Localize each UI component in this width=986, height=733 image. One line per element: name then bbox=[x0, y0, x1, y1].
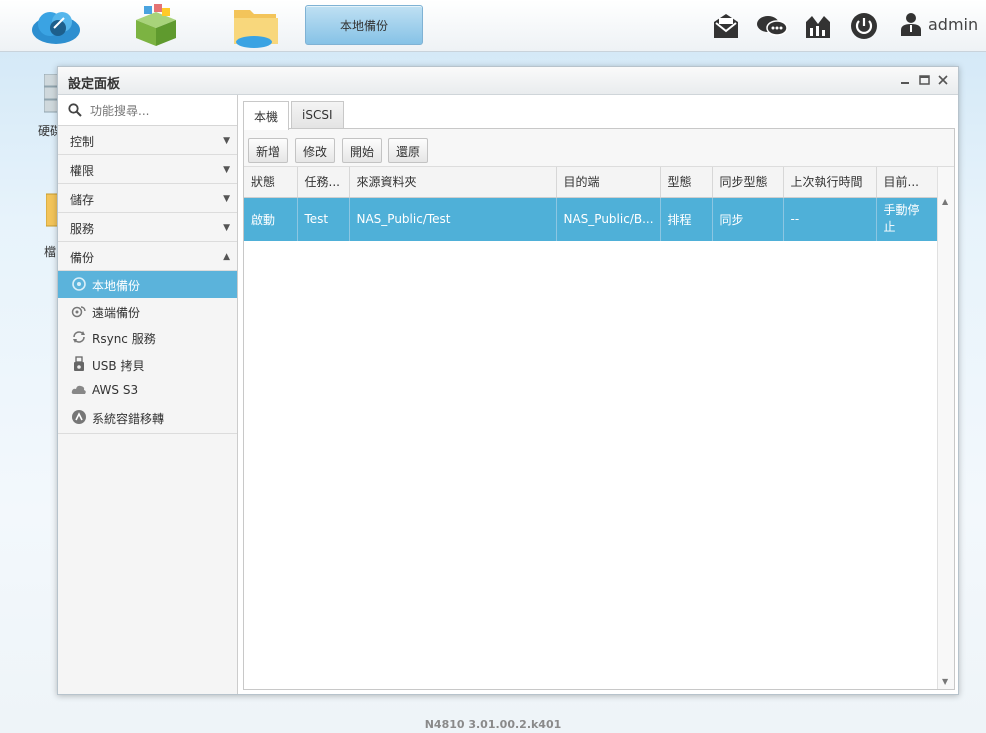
category-label: 控制 bbox=[70, 135, 95, 149]
sidebar-item-aws-s3[interactable]: AWS S3 bbox=[58, 377, 237, 404]
chevron-down-icon: ▼ bbox=[223, 194, 230, 204]
cell-type: 排程 bbox=[660, 197, 713, 241]
vertical-scrollbar[interactable]: ▲ ▼ bbox=[937, 167, 954, 689]
edit-button[interactable]: 修改 bbox=[295, 138, 336, 163]
local-backup-icon bbox=[72, 277, 86, 291]
cell-destination: NAS_Public/B... bbox=[556, 197, 661, 241]
content-area: 本機 iSCSI 新增 修改 開始 還原 狀態 任務... 來源資料夾 目的端 … bbox=[239, 95, 958, 694]
user-menu[interactable]: admin bbox=[900, 12, 978, 36]
close-icon[interactable] bbox=[936, 73, 950, 87]
chevron-down-icon: ▼ bbox=[223, 136, 230, 146]
hard-disk-icon[interactable] bbox=[43, 73, 59, 117]
chevron-down-icon: ▼ bbox=[223, 165, 230, 175]
restore-button[interactable]: 還原 bbox=[388, 138, 429, 163]
tab-panel: 新增 修改 開始 還原 狀態 任務... 來源資料夾 目的端 型態 同步型態 上… bbox=[243, 128, 955, 690]
cloud-icon[interactable] bbox=[28, 2, 84, 50]
column-header-task[interactable]: 任務... bbox=[297, 167, 350, 198]
desktop-label-file: 檔 bbox=[44, 245, 57, 259]
minimize-icon[interactable] bbox=[898, 73, 912, 87]
sidebar-category-backup[interactable]: 備份 ▲ bbox=[58, 242, 237, 271]
search-box bbox=[58, 95, 237, 126]
firmware-version: N4810 3.01.00.2.k401 bbox=[424, 718, 562, 731]
sidebar-item-label: 本地備份 bbox=[92, 279, 141, 293]
cell-sync-type: 同步 bbox=[712, 197, 784, 241]
window-title: 設定面板 bbox=[68, 77, 121, 92]
category-label: 儲存 bbox=[70, 193, 95, 207]
scroll-up-icon[interactable]: ▲ bbox=[942, 197, 948, 206]
sidebar-item-label: USB 拷貝 bbox=[92, 358, 145, 373]
chat-icon[interactable] bbox=[756, 10, 788, 42]
toolbar: 新增 修改 開始 還原 bbox=[244, 129, 954, 167]
cell-source: NAS_Public/Test bbox=[349, 197, 557, 241]
sidebar-category-services[interactable]: 服務 ▼ bbox=[58, 213, 237, 242]
power-icon[interactable] bbox=[850, 10, 878, 42]
search-input[interactable] bbox=[88, 101, 228, 121]
username: admin bbox=[928, 14, 979, 34]
tab-bar: 本機 iSCSI bbox=[243, 101, 346, 130]
usb-icon bbox=[74, 355, 84, 371]
column-header-type[interactable]: 型態 bbox=[660, 167, 713, 198]
sidebar-item-label: 系統容錯移轉 bbox=[92, 411, 165, 426]
window-titlebar[interactable]: 設定面板 bbox=[58, 67, 958, 95]
monitor-icon[interactable] bbox=[804, 10, 832, 42]
sidebar-item-label: 遠端備份 bbox=[92, 305, 141, 320]
column-header-current[interactable]: 目前... bbox=[876, 167, 939, 198]
cell-status: 啟動 bbox=[244, 197, 298, 241]
backup-task-table: 狀態 任務... 來源資料夾 目的端 型態 同步型態 上次執行時間 目前... … bbox=[244, 167, 939, 241]
category-label: 權限 bbox=[70, 164, 95, 178]
table-row[interactable]: 啟動 Test NAS_Public/Test NAS_Public/B... … bbox=[244, 197, 939, 241]
cell-task: Test bbox=[297, 197, 350, 241]
cell-last-run: -- bbox=[783, 197, 877, 241]
task-local-backup[interactable]: 本地備份 bbox=[305, 5, 423, 45]
mail-icon[interactable] bbox=[712, 10, 740, 42]
column-header-sync-type[interactable]: 同步型態 bbox=[712, 167, 784, 198]
chevron-down-icon: ▼ bbox=[223, 223, 230, 233]
tab-iscsi[interactable]: iSCSI bbox=[291, 101, 344, 129]
search-icon bbox=[68, 103, 82, 117]
category-label: 備份 bbox=[70, 251, 95, 265]
add-button[interactable]: 新增 bbox=[248, 138, 289, 163]
column-header-last-run[interactable]: 上次執行時間 bbox=[783, 167, 877, 198]
category-label: 服務 bbox=[70, 222, 95, 236]
file-manager-icon[interactable] bbox=[228, 2, 284, 50]
sidebar-item-rsync[interactable]: Rsync 服務 bbox=[58, 324, 237, 351]
maximize-icon[interactable] bbox=[917, 73, 931, 87]
sidebar-item-label: AWS S3 bbox=[92, 383, 139, 397]
start-button[interactable]: 開始 bbox=[342, 138, 383, 163]
column-header-source[interactable]: 來源資料夾 bbox=[349, 167, 557, 198]
failover-icon bbox=[72, 409, 86, 424]
column-header-destination[interactable]: 目的端 bbox=[556, 167, 661, 198]
sidebar-item-local-backup[interactable]: 本地備份 bbox=[58, 271, 237, 298]
sidebar-item-usb-copy[interactable]: USB 拷貝 bbox=[58, 351, 237, 378]
cloud-icon bbox=[71, 385, 86, 394]
control-panel-window: 設定面板 控制 ▼ 權限 ▼ 儲存 ▼ bbox=[57, 66, 959, 695]
tab-local[interactable]: 本機 bbox=[243, 101, 290, 130]
backup-submenu: 本地備份 遠端備份 Rsync 服務 USB 拷貝 AWS S3 系統容錯移轉 bbox=[58, 271, 237, 434]
user-icon bbox=[901, 13, 921, 36]
remote-backup-icon bbox=[71, 305, 86, 317]
sidebar-category-storage[interactable]: 儲存 ▼ bbox=[58, 184, 237, 213]
sidebar-item-label: Rsync 服務 bbox=[92, 332, 156, 346]
sidebar-category-control[interactable]: 控制 ▼ bbox=[58, 126, 237, 155]
sidebar-item-remote-backup[interactable]: 遠端備份 bbox=[58, 298, 237, 325]
column-header-status[interactable]: 狀態 bbox=[244, 167, 298, 198]
scroll-down-icon[interactable]: ▼ bbox=[942, 677, 948, 686]
sidebar-category-permissions[interactable]: 權限 ▼ bbox=[58, 155, 237, 184]
sidebar-item-failover[interactable]: 系統容錯移轉 bbox=[58, 404, 237, 431]
chevron-up-icon: ▲ bbox=[223, 252, 230, 262]
sidebar: 控制 ▼ 權限 ▼ 儲存 ▼ 服務 ▼ 備份 ▲ 本地備份 bbox=[58, 95, 238, 694]
app-store-icon[interactable] bbox=[128, 2, 184, 50]
rsync-icon bbox=[73, 331, 85, 343]
taskbar: 本地備份 admin bbox=[0, 0, 986, 52]
table-header-row: 狀態 任務... 來源資料夾 目的端 型態 同步型態 上次執行時間 目前... bbox=[244, 167, 939, 198]
cell-current: 手動停止 bbox=[876, 197, 939, 241]
